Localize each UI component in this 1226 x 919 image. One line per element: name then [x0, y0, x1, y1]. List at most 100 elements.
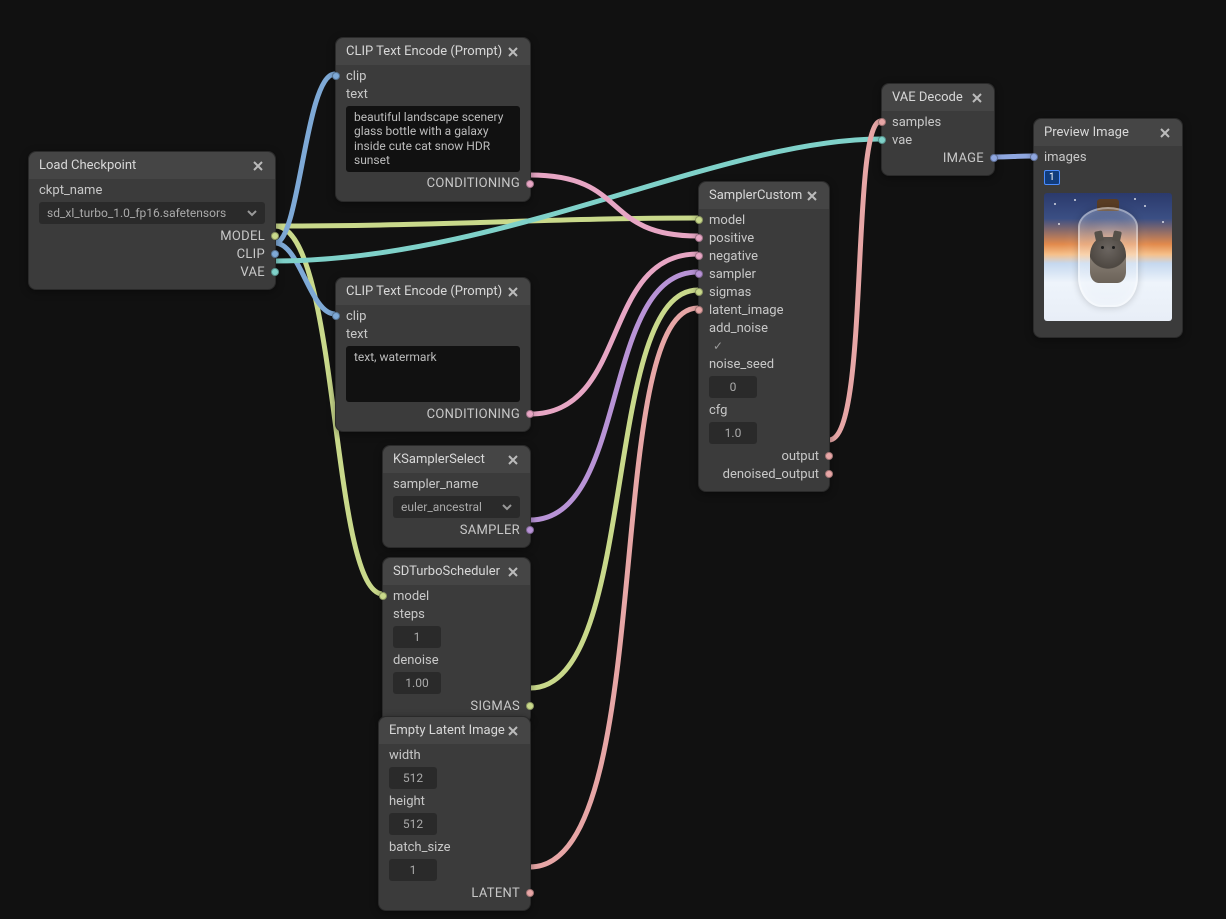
denoise-value: 1.00: [405, 676, 428, 690]
height-value: 512: [403, 817, 423, 831]
node-sdturbo-scheduler[interactable]: SDTurboScheduler model steps 1 denoise 1…: [382, 557, 531, 724]
output-clip: CLIP: [237, 247, 265, 262]
node-title[interactable]: CLIP Text Encode (Prompt): [336, 38, 530, 65]
node-title-text: Preview Image: [1044, 125, 1129, 140]
input-positive: positive: [709, 231, 754, 246]
node-title-text: SDTurboScheduler: [393, 564, 500, 579]
preview-image[interactable]: [1044, 193, 1172, 321]
node-title[interactable]: Load Checkpoint: [29, 152, 275, 179]
close-icon[interactable]: [1158, 126, 1172, 140]
cfg-input[interactable]: 1.0: [709, 422, 757, 444]
node-title[interactable]: SDTurboScheduler: [383, 558, 530, 585]
output-vae: VAE: [240, 265, 265, 280]
node-title-text: VAE Decode: [892, 90, 963, 105]
noise-seed-value: 0: [730, 380, 737, 394]
height-input[interactable]: 512: [389, 813, 437, 835]
node-title-text: KSamplerSelect: [393, 452, 485, 467]
input-sampler-name: sampler_name: [393, 477, 478, 492]
close-icon[interactable]: [506, 45, 520, 59]
close-icon[interactable]: [506, 453, 520, 467]
input-text: text: [346, 87, 368, 102]
chevron-down-icon: [502, 502, 512, 512]
node-ksampler-select[interactable]: KSamplerSelect sampler_name euler_ancest…: [382, 445, 531, 548]
input-noise-seed: noise_seed: [709, 357, 774, 372]
chevron-down-icon: [247, 208, 257, 218]
prompt-textarea[interactable]: text, watermark: [346, 346, 520, 402]
node-title[interactable]: VAE Decode: [882, 84, 994, 111]
prompt-text: beautiful landscape scenery glass bottle…: [354, 110, 512, 168]
input-model: model: [393, 589, 429, 604]
input-clip: clip: [346, 69, 366, 84]
node-title-text: Empty Latent Image: [389, 723, 505, 738]
ckpt-name-select[interactable]: sd_xl_turbo_1.0_fp16.safetensors: [39, 202, 265, 224]
width-value: 512: [403, 771, 423, 785]
input-model: model: [709, 213, 745, 228]
add-noise-checkbox[interactable]: ✓: [709, 339, 723, 353]
node-title-text: CLIP Text Encode (Prompt): [346, 284, 502, 299]
output-output: output: [781, 449, 819, 464]
input-latent-image: latent_image: [709, 303, 784, 318]
image-count-badge: 1: [1044, 170, 1060, 185]
node-title[interactable]: Empty Latent Image: [379, 717, 530, 744]
output-latent: LATENT: [471, 886, 520, 901]
input-vae: vae: [892, 133, 912, 148]
node-empty-latent[interactable]: Empty Latent Image width 512 height 512 …: [378, 716, 531, 911]
output-denoised: denoised_output: [723, 467, 819, 482]
close-icon[interactable]: [506, 565, 520, 579]
input-text: text: [346, 327, 368, 342]
prompt-text: text, watermark: [354, 350, 437, 364]
node-title-text: SamplerCustom: [709, 188, 802, 203]
input-cfg: cfg: [709, 403, 727, 418]
batch-size-value: 1: [410, 863, 417, 877]
input-samples: samples: [892, 115, 941, 130]
cfg-value: 1.0: [725, 426, 742, 440]
output-conditioning: CONDITIONING: [427, 407, 520, 422]
input-height: height: [389, 794, 425, 809]
steps-input[interactable]: 1: [393, 626, 441, 648]
close-icon[interactable]: [251, 159, 265, 173]
output-sampler: SAMPLER: [460, 523, 520, 538]
node-load-checkpoint[interactable]: Load Checkpoint ckpt_name sd_xl_turbo_1.…: [28, 151, 276, 290]
input-denoise: denoise: [393, 653, 439, 668]
input-sigmas: sigmas: [709, 285, 751, 300]
close-icon[interactable]: [970, 91, 984, 105]
node-title[interactable]: CLIP Text Encode (Prompt): [336, 278, 530, 305]
input-ckpt-name: ckpt_name: [39, 183, 102, 198]
node-graph-canvas[interactable]: Load Checkpoint ckpt_name sd_xl_turbo_1.…: [0, 0, 1226, 919]
node-clip-positive[interactable]: CLIP Text Encode (Prompt) clip text beau…: [335, 37, 531, 202]
close-icon[interactable]: [506, 285, 520, 299]
close-icon[interactable]: [805, 189, 819, 203]
input-sampler: sampler: [709, 267, 756, 282]
close-icon[interactable]: [506, 724, 520, 738]
node-clip-negative[interactable]: CLIP Text Encode (Prompt) clip text text…: [335, 277, 531, 432]
sampler-name-select[interactable]: euler_ancestral: [393, 496, 520, 518]
output-model: MODEL: [220, 229, 265, 244]
sampler-name-value: euler_ancestral: [401, 500, 482, 514]
ckpt-name-value: sd_xl_turbo_1.0_fp16.safetensors: [47, 206, 226, 220]
node-title[interactable]: Preview Image: [1034, 119, 1182, 146]
input-batch-size: batch_size: [389, 840, 451, 855]
noise-seed-input[interactable]: 0: [709, 376, 757, 398]
width-input[interactable]: 512: [389, 767, 437, 789]
node-preview-image[interactable]: Preview Image images 1: [1033, 118, 1183, 338]
steps-value: 1: [414, 630, 421, 644]
output-image: IMAGE: [943, 151, 984, 166]
input-clip: clip: [346, 309, 366, 324]
node-vae-decode[interactable]: VAE Decode samples vae IMAGE: [881, 83, 995, 176]
node-title[interactable]: SamplerCustom: [699, 182, 829, 209]
node-title[interactable]: KSamplerSelect: [383, 446, 530, 473]
output-conditioning: CONDITIONING: [427, 176, 520, 191]
input-images: images: [1044, 150, 1087, 165]
cat-decoration: [1090, 237, 1126, 283]
batch-size-input[interactable]: 1: [389, 859, 437, 881]
input-add-noise: add_noise: [709, 321, 768, 336]
prompt-textarea[interactable]: beautiful landscape scenery glass bottle…: [346, 106, 520, 172]
node-sampler-custom[interactable]: SamplerCustom model positive negative sa…: [698, 181, 830, 492]
input-steps: steps: [393, 607, 425, 622]
node-title-text: CLIP Text Encode (Prompt): [346, 44, 502, 59]
input-negative: negative: [709, 249, 758, 264]
node-title-text: Load Checkpoint: [39, 158, 136, 173]
denoise-input[interactable]: 1.00: [393, 672, 441, 694]
output-sigmas: SIGMAS: [470, 699, 520, 714]
input-width: width: [389, 748, 421, 763]
